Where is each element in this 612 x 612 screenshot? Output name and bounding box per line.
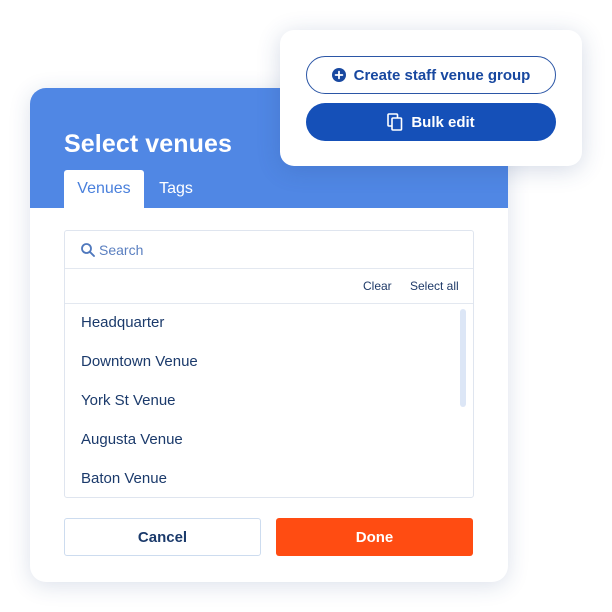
- tab-tags[interactable]: Tags: [150, 170, 202, 208]
- list-item[interactable]: Headquarter: [81, 312, 441, 334]
- group-actions-popover: Create staff venue group Bulk edit: [280, 30, 582, 166]
- search-row: [65, 231, 473, 269]
- clear-button[interactable]: Clear: [363, 279, 392, 293]
- select-all-button[interactable]: Select all: [410, 279, 459, 293]
- copy-icon: [387, 113, 403, 131]
- search-icon: [81, 243, 95, 257]
- dialog-title: Select venues: [64, 130, 233, 158]
- list-item[interactable]: Baton Venue: [81, 468, 441, 490]
- bulk-edit-label: Bulk edit: [411, 113, 475, 131]
- venue-list: Headquarter Downtown Venue York St Venue…: [65, 303, 473, 497]
- venue-list-scrollbar[interactable]: [460, 309, 466, 407]
- selection-actions: Clear Select all: [65, 269, 473, 304]
- list-item[interactable]: Downtown Venue: [81, 351, 441, 373]
- list-item[interactable]: Augusta Venue: [81, 429, 441, 451]
- tab-venues[interactable]: Venues: [64, 170, 144, 208]
- search-input[interactable]: [99, 238, 459, 262]
- bulk-edit-button[interactable]: Bulk edit: [306, 103, 556, 141]
- list-item[interactable]: York St Venue: [81, 390, 441, 412]
- create-staff-venue-group-button[interactable]: Create staff venue group: [306, 56, 556, 94]
- venue-selector-panel: Clear Select all Headquarter Downtown Ve…: [64, 230, 474, 498]
- plus-circle-icon: [331, 68, 346, 82]
- cancel-button[interactable]: Cancel: [64, 518, 261, 556]
- done-button[interactable]: Done: [276, 518, 473, 556]
- create-staff-venue-group-label: Create staff venue group: [353, 66, 531, 84]
